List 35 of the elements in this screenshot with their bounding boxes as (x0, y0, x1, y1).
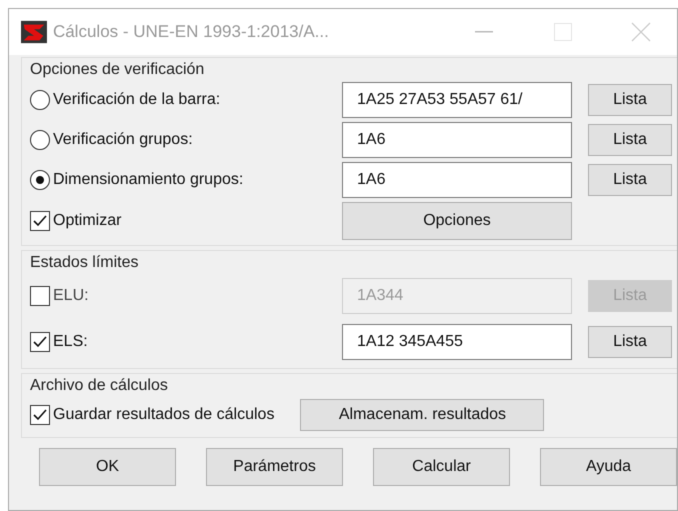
option-label: Verificación grupos: (53, 131, 193, 149)
radio-button[interactable] (30, 170, 50, 190)
input-field[interactable]: 1A25 27A53 55A57 61/ (342, 82, 572, 118)
dialog-button[interactable]: Ayuda (540, 448, 677, 486)
group-title: Opciones de verificación (30, 60, 206, 80)
input-field[interactable]: 1A12 345A455 (342, 324, 572, 360)
list-button[interactable]: Lista (588, 124, 672, 156)
option-label: Dimensionamiento grupos: (53, 171, 244, 189)
input-field[interactable]: 1A6 (342, 122, 572, 158)
dialog-button[interactable]: OK (39, 448, 176, 486)
app-logo-icon (21, 20, 47, 44)
checkbox[interactable] (30, 332, 50, 352)
group-title: Archivo de cálculos (30, 376, 169, 396)
radio-button[interactable] (30, 130, 50, 150)
dialog-button[interactable]: Parámetros (206, 448, 343, 486)
list-button[interactable]: Lista (588, 84, 672, 116)
input-field[interactable]: 1A6 (342, 162, 572, 198)
checkbox[interactable] (30, 405, 50, 425)
group-title: Estados límites (30, 253, 140, 273)
checkbox[interactable] (30, 211, 50, 231)
option-label: ELU: (53, 287, 89, 305)
window-title: Cálculos - UNE-EN 1993-1:2013/A... (52, 22, 330, 42)
option-label: Guardar resultados de cálculos (53, 406, 274, 424)
store-results-button[interactable]: Almacenam. resultados (300, 399, 544, 431)
list-button[interactable]: Lista (588, 164, 672, 196)
list-button[interactable]: Lista (588, 326, 672, 358)
option-label: ELS: (53, 333, 88, 351)
checkmark-icon (33, 336, 47, 348)
options-button[interactable]: Opciones (342, 202, 572, 240)
option-label: Optimizar (53, 212, 122, 230)
checkmark-icon (33, 215, 47, 227)
radio-button[interactable] (30, 90, 50, 110)
option-label: Verificación de la barra: (53, 91, 220, 109)
dialog-button[interactable]: Calcular (373, 448, 510, 486)
checkmark-icon (33, 409, 47, 421)
